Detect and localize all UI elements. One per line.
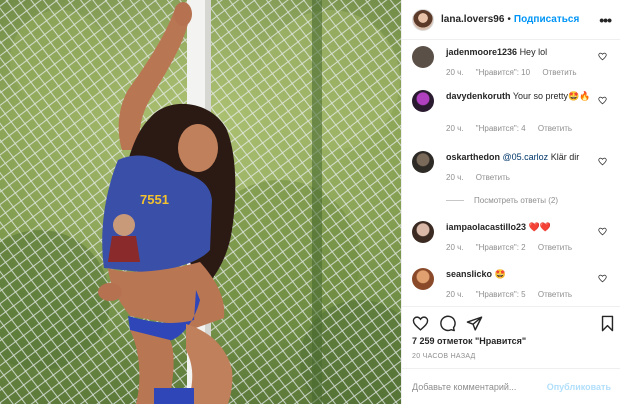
author-username[interactable]: lana.lovers96 xyxy=(441,14,504,25)
post-comment-button[interactable]: Опубликовать xyxy=(547,382,611,392)
commenter-avatar[interactable] xyxy=(412,268,434,290)
commenter-avatar[interactable] xyxy=(412,151,434,173)
reply-button[interactable]: Ответить xyxy=(538,290,572,299)
post-timestamp[interactable]: 20 ЧАСОВ НАЗАД xyxy=(412,353,476,360)
comment-meta: 20 ч. Ответить xyxy=(446,173,510,182)
post-sidebar: lana.lovers96 • Подписаться ••• jadenmoo… xyxy=(401,0,620,404)
follow-button[interactable]: Подписаться xyxy=(514,14,579,25)
comment-text: davydenkoruth Your so pretty🤩🔥 xyxy=(446,91,591,101)
comment-icon[interactable] xyxy=(439,315,456,332)
reply-button[interactable]: Ответить xyxy=(538,243,572,252)
comment-text: seanslicko 🤩 xyxy=(446,269,506,279)
commenter-avatar[interactable] xyxy=(412,46,434,68)
commenter-avatar[interactable] xyxy=(412,221,434,243)
heart-icon[interactable] xyxy=(598,227,607,236)
comment-meta: 20 ч. "Нравится": 4 Ответить xyxy=(446,124,573,133)
commenter-avatar[interactable] xyxy=(412,90,434,112)
likes-count[interactable]: 7 259 отметок "Нравится" xyxy=(412,336,526,346)
heart-icon[interactable] xyxy=(598,274,607,283)
view-replies-button[interactable]: Посмотреть ответы (2) xyxy=(446,196,558,205)
heart-icon[interactable] xyxy=(598,52,607,61)
reply-button[interactable]: Ответить xyxy=(476,173,510,182)
action-bar xyxy=(402,306,620,336)
post-photo[interactable]: 7551 xyxy=(0,0,401,404)
heart-icon[interactable] xyxy=(412,315,429,332)
add-comment-bar: Опубликовать xyxy=(402,368,620,404)
more-horizontal-icon[interactable]: ••• xyxy=(599,12,612,28)
reply-button[interactable]: Ответить xyxy=(538,124,572,133)
photo-illustration: 7551 xyxy=(0,0,401,404)
instagram-post: 7551 lana.lovers96 • Подписаться ••• jad… xyxy=(0,0,620,404)
share-icon[interactable] xyxy=(466,315,483,332)
comment-text: jadenmoore1236 Hey lol xyxy=(446,47,548,57)
comments-list[interactable]: jadenmoore1236 Hey lol 20 ч. "Нравится":… xyxy=(402,40,620,306)
comment-meta: 20 ч. "Нравится": 10 Ответить xyxy=(446,68,577,77)
comment-text: oskarthedon @05.carloz Klär dir xyxy=(446,152,580,162)
mention-link[interactable]: @05.carloz xyxy=(503,152,549,162)
replies-divider xyxy=(446,200,464,201)
post-header: lana.lovers96 • Подписаться ••• xyxy=(402,0,620,40)
heart-icon[interactable] xyxy=(598,96,607,105)
reply-button[interactable]: Ответить xyxy=(542,68,576,77)
comment-meta: 20 ч. "Нравится": 2 Ответить xyxy=(446,243,573,252)
bookmark-icon[interactable] xyxy=(600,315,615,332)
svg-text:7551: 7551 xyxy=(140,192,169,207)
author-avatar[interactable] xyxy=(412,8,434,31)
heart-icon[interactable] xyxy=(598,157,607,166)
comment-text: iampaolacastillo23 ❤️❤️ xyxy=(446,222,551,232)
comment-input[interactable] xyxy=(412,381,547,392)
separator-dot: • xyxy=(507,14,511,25)
comment-meta: 20 ч. "Нравится": 5 Ответить xyxy=(446,290,573,299)
